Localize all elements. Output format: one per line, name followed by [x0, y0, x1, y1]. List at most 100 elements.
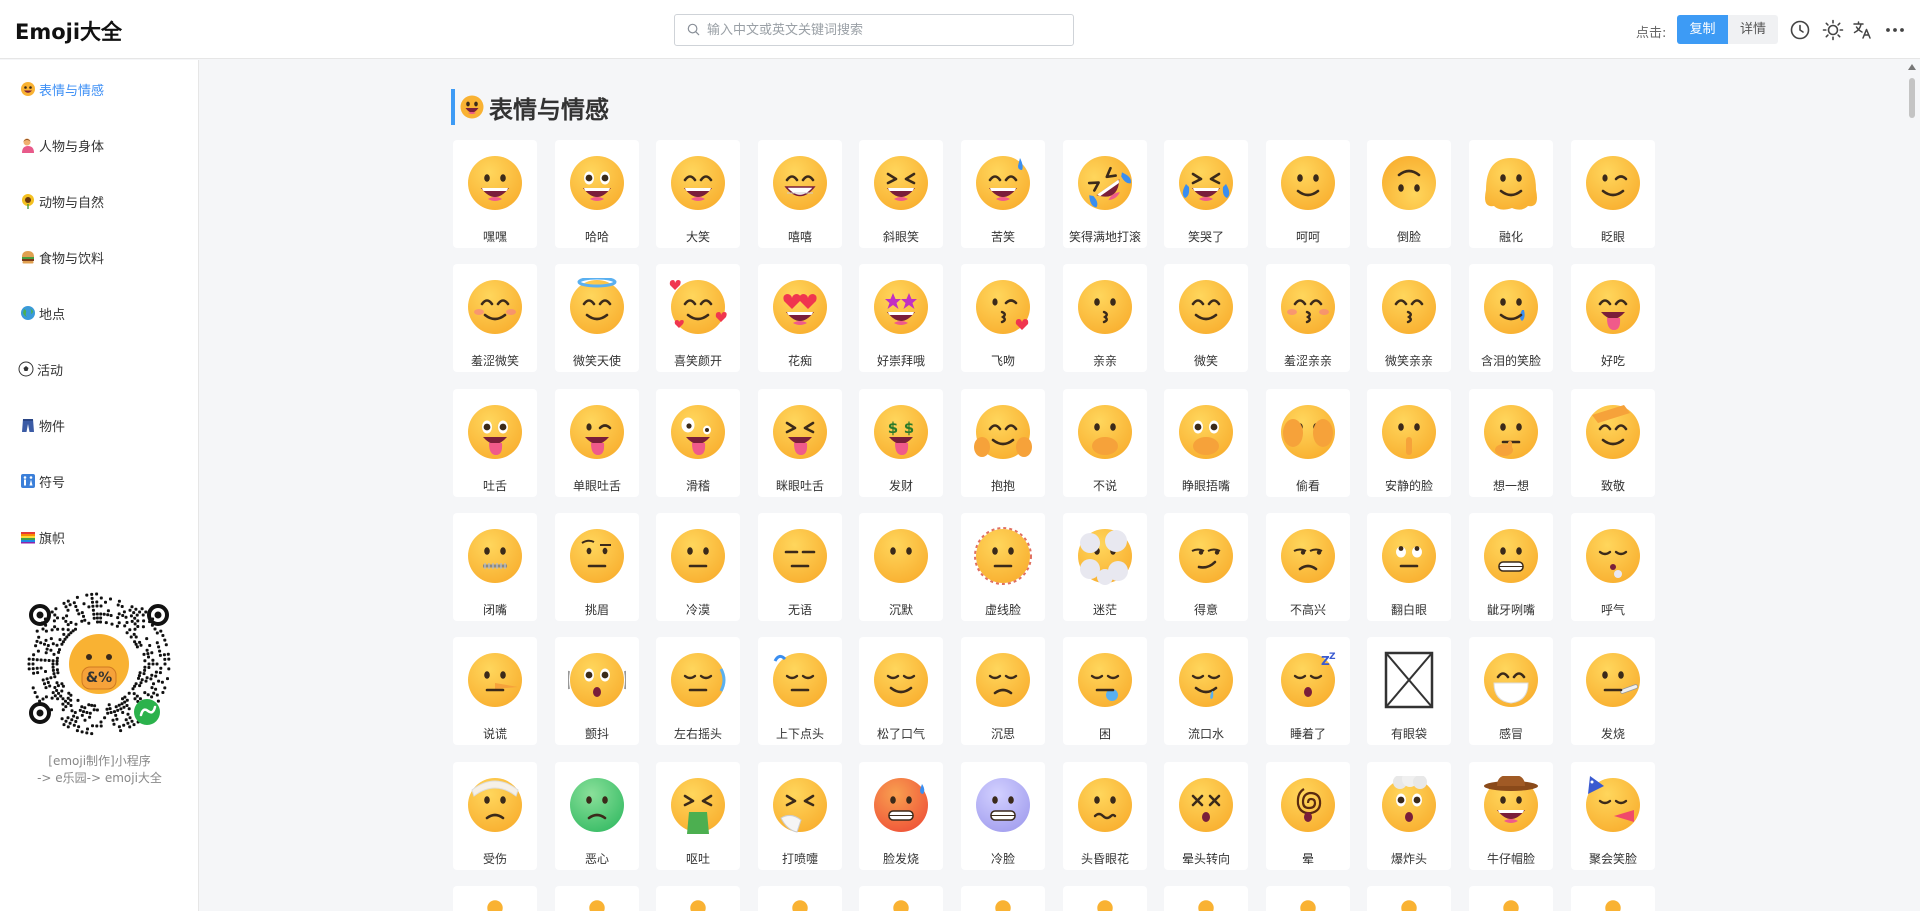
emoji-card[interactable] — [1266, 886, 1350, 911]
emoji-card[interactable]: 呼气 — [1571, 513, 1655, 621]
sidebar-item-places[interactable]: 地点 — [20, 302, 65, 324]
emoji-card[interactable]: 困 — [1063, 637, 1147, 745]
emoji-card[interactable]: 晕 — [1266, 762, 1350, 870]
emoji-card[interactable] — [859, 886, 943, 911]
detail-mode-button[interactable]: 详情 — [1728, 15, 1778, 44]
emoji-card[interactable]: 呕吐 — [656, 762, 740, 870]
emoji-card[interactable]: 含泪的笑脸 — [1469, 264, 1553, 372]
emoji-card[interactable]: 牛仔帽脸 — [1469, 762, 1553, 870]
sidebar-item-objects[interactable]: 物件 — [20, 414, 65, 436]
emoji-card[interactable]: 流口水 — [1164, 637, 1248, 745]
scroll-thumb[interactable] — [1909, 78, 1915, 118]
emoji-card[interactable]: 安静的脸 — [1367, 389, 1451, 497]
emoji-card[interactable]: 得意 — [1164, 513, 1248, 621]
emoji-card[interactable] — [453, 886, 537, 911]
emoji-card[interactable]: 睁眼捂嘴 — [1164, 389, 1248, 497]
emoji-card[interactable]: 苦笑 — [961, 140, 1045, 248]
emoji-card[interactable]: 受伤 — [453, 762, 537, 870]
sidebar-item-food[interactable]: 食物与饮料 — [20, 246, 104, 268]
emoji-card[interactable] — [1164, 886, 1248, 911]
emoji-card[interactable] — [555, 886, 639, 911]
emoji-card[interactable]: 偷看 — [1266, 389, 1350, 497]
emoji-card[interactable] — [1571, 886, 1655, 911]
emoji-card[interactable]: 微笑亲亲 — [1367, 264, 1451, 372]
search-input[interactable] — [707, 20, 1062, 40]
emoji-card[interactable]: 上下点头 — [758, 637, 842, 745]
emoji-card[interactable]: 冷漠 — [656, 513, 740, 621]
emoji-card[interactable]: 沉思 — [961, 637, 1045, 745]
emoji-card[interactable]: 头昏眼花 — [1063, 762, 1147, 870]
emoji-card[interactable]: 冷脸 — [961, 762, 1045, 870]
emoji-card[interactable] — [758, 886, 842, 911]
emoji-card[interactable]: 滑稽 — [656, 389, 740, 497]
emoji-card[interactable]: 融化 — [1469, 140, 1553, 248]
emoji-card[interactable]: 好崇拜哦 — [859, 264, 943, 372]
emoji-card[interactable]: 单眼吐舌 — [555, 389, 639, 497]
emoji-card[interactable]: 羞涩亲亲 — [1266, 264, 1350, 372]
emoji-card[interactable]: 微笑 — [1164, 264, 1248, 372]
emoji-card[interactable]: 吐舌 — [453, 389, 537, 497]
emoji-card[interactable]: 斜眼笑 — [859, 140, 943, 248]
emoji-card[interactable]: 发烧 — [1571, 637, 1655, 745]
emoji-card[interactable]: 虚线脸 — [961, 513, 1045, 621]
emoji-card[interactable]: 无语 — [758, 513, 842, 621]
app-title[interactable]: Emoji大全 — [15, 16, 122, 46]
theme-sun-icon[interactable] — [1822, 19, 1844, 41]
scroll-up-arrow-icon[interactable] — [1908, 64, 1916, 70]
emoji-card[interactable]: 龇牙咧嘴 — [1469, 513, 1553, 621]
emoji-card[interactable]: 沉默 — [859, 513, 943, 621]
emoji-card[interactable]: 大笑 — [656, 140, 740, 248]
emoji-card[interactable]: 迷茫 — [1063, 513, 1147, 621]
emoji-card[interactable]: 飞吻 — [961, 264, 1045, 372]
emoji-card[interactable]: 松了口气 — [859, 637, 943, 745]
emoji-card[interactable]: 晕头转向 — [1164, 762, 1248, 870]
sidebar-item-activities[interactable]: 活动 — [18, 358, 63, 380]
emoji-card[interactable]: Z Z 睡着了 — [1266, 637, 1350, 745]
emoji-card[interactable]: 呵呵 — [1266, 140, 1350, 248]
emoji-card[interactable]: 倒脸 — [1367, 140, 1451, 248]
page-scrollbar[interactable] — [1907, 62, 1917, 911]
emoji-card[interactable] — [961, 886, 1045, 911]
emoji-card[interactable]: 感冒 — [1469, 637, 1553, 745]
emoji-card[interactable]: 喜笑颜开 — [656, 264, 740, 372]
emoji-card[interactable]: $ $ 发财 — [859, 389, 943, 497]
history-clock-icon[interactable] — [1789, 19, 1811, 41]
emoji-card[interactable] — [1367, 886, 1451, 911]
emoji-card[interactable]: 笑哭了 — [1164, 140, 1248, 248]
emoji-card[interactable]: 有眼袋 — [1367, 637, 1451, 745]
emoji-card[interactable]: 打喷嚏 — [758, 762, 842, 870]
emoji-card[interactable]: 亲亲 — [1063, 264, 1147, 372]
emoji-card[interactable]: 嘻嘻 — [758, 140, 842, 248]
emoji-card[interactable]: 想一想 — [1469, 389, 1553, 497]
copy-mode-button[interactable]: 复制 — [1677, 15, 1728, 44]
more-menu-icon[interactable] — [1884, 19, 1906, 41]
emoji-card[interactable] — [656, 886, 740, 911]
emoji-card[interactable]: 微笑天使 — [555, 264, 639, 372]
emoji-card[interactable]: 说谎 — [453, 637, 537, 745]
search-box[interactable] — [674, 14, 1074, 46]
emoji-card[interactable]: 哈哈 — [555, 140, 639, 248]
emoji-card[interactable]: 爆炸头 — [1367, 762, 1451, 870]
sidebar-item-smileys[interactable]: 表情与情感 — [20, 78, 104, 100]
emoji-card[interactable]: 致敬 — [1571, 389, 1655, 497]
sidebar-item-animals[interactable]: 动物与自然 — [20, 190, 104, 212]
emoji-card[interactable]: 笑得满地打滚 — [1063, 140, 1147, 248]
emoji-card[interactable]: 颤抖 — [555, 637, 639, 745]
sidebar-item-flags[interactable]: 旗帜 — [20, 526, 65, 548]
emoji-card[interactable]: 眨眼 — [1571, 140, 1655, 248]
sidebar-item-symbols[interactable]: 符号 — [20, 470, 65, 492]
emoji-card[interactable]: 恶心 — [555, 762, 639, 870]
emoji-card[interactable]: 花痴 — [758, 264, 842, 372]
emoji-card[interactable]: 好吃 — [1571, 264, 1655, 372]
emoji-card[interactable] — [1469, 886, 1553, 911]
emoji-card[interactable]: 眯眼吐舌 — [758, 389, 842, 497]
emoji-card[interactable]: 不说 — [1063, 389, 1147, 497]
emoji-card[interactable]: 翻白眼 — [1367, 513, 1451, 621]
emoji-card[interactable]: 抱抱 — [961, 389, 1045, 497]
emoji-card[interactable]: 脸发烧 — [859, 762, 943, 870]
translate-icon[interactable] — [1852, 19, 1874, 41]
emoji-card[interactable]: 左右摇头 — [656, 637, 740, 745]
emoji-card[interactable] — [1063, 886, 1147, 911]
emoji-card[interactable]: 羞涩微笑 — [453, 264, 537, 372]
emoji-card[interactable]: 嘿嘿 — [453, 140, 537, 248]
